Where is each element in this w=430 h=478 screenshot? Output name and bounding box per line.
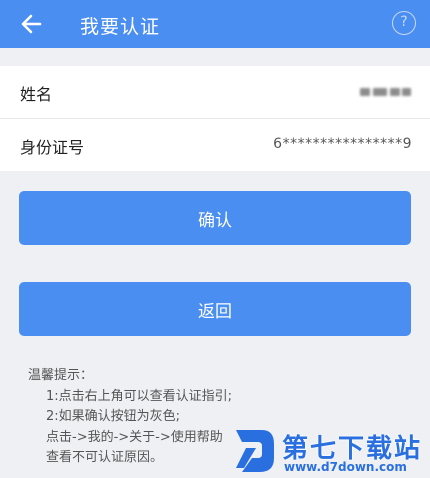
tips-line: 查看不可认证原因。 [46,450,164,465]
watermark-url: www.d7down.com [284,460,407,474]
name-value-redacted [360,86,412,98]
return-button[interactable]: 返回 [19,282,411,336]
page-title: 我要认证 [80,16,161,38]
tips-heading: 温馨提示： [28,368,94,383]
name-row: 姓名 [0,66,430,119]
tips-line: 点击->我的->关于->使用帮助 [46,429,223,445]
back-arrow-icon[interactable] [18,10,46,38]
identity-form: 姓名 身份证号 6****************9 [0,66,430,171]
id-number-label: 身份证号 [20,138,85,157]
confirm-button[interactable]: 确认 [19,191,411,245]
help-button[interactable]: ? [392,11,416,35]
app-bar: 我要认证 ? [0,0,430,48]
tips-section: 温馨提示： 1:点击右上角可以查看认证指引; 2:如果确认按钮为灰色; 点击->… [28,366,232,469]
question-mark-icon: ? [400,14,408,30]
tips-line: 1:点击右上角可以查看认证指引; [46,388,233,404]
tips-line: 2:如果确认按钮为灰色; [46,409,181,424]
id-number-row: 身份证号 6****************9 [0,119,430,171]
id-number-value: 6****************9 [273,136,412,152]
watermark: 第七下载站 www.d7down.com [232,424,430,478]
d7-logo-icon [236,430,274,472]
name-label: 姓名 [20,85,53,104]
